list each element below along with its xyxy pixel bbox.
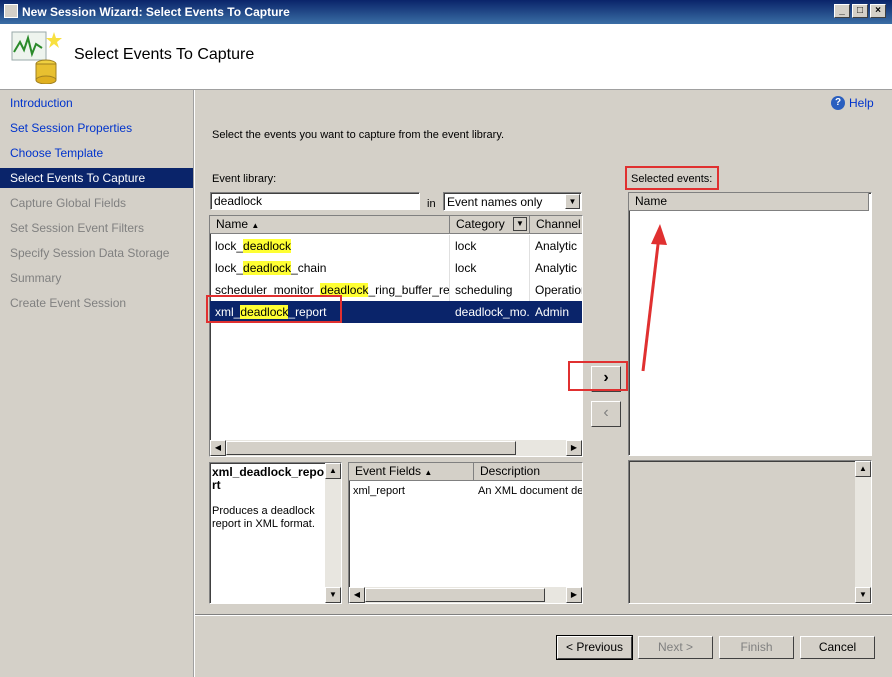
- annotation-add-button-box: [568, 361, 628, 391]
- maximize-button[interactable]: □: [852, 4, 868, 18]
- category-cell: scheduling: [450, 279, 530, 301]
- table-row[interactable]: lock_deadlock lock Analytic: [210, 235, 582, 257]
- scroll-left-icon[interactable]: ◀: [349, 587, 365, 603]
- scroll-left-icon[interactable]: ◀: [210, 440, 226, 456]
- event-library-table: Name ▲ Category ▼ Channel lock_deadlock …: [209, 215, 583, 457]
- column-header-description[interactable]: Description: [474, 463, 582, 481]
- nav-item-introduction[interactable]: Introduction: [0, 93, 193, 113]
- channel-cell: Admin: [530, 301, 582, 323]
- column-category-label: Category: [456, 217, 505, 231]
- category-cell: lock: [450, 235, 530, 257]
- field-description-cell: An XML document de: [478, 485, 583, 497]
- filter-dropdown-icon[interactable]: ▼: [513, 217, 527, 231]
- column-header-category[interactable]: Category ▼: [450, 216, 530, 234]
- scroll-up-icon[interactable]: ▲: [325, 463, 341, 479]
- event-fields-table: Event Fields ▲ Description xml_report An…: [348, 462, 583, 604]
- scroll-thumb[interactable]: [365, 588, 545, 602]
- channel-cell: Analytic: [530, 235, 582, 257]
- event-description-title: xml_deadlock_report: [212, 465, 325, 492]
- category-cell: lock: [450, 257, 530, 279]
- horizontal-scrollbar[interactable]: ◀ ▶: [349, 587, 582, 603]
- in-label: in: [427, 198, 436, 210]
- event-name-suffix: _ring_buffer_recor...: [368, 283, 450, 297]
- previous-button[interactable]: < Previous: [556, 635, 633, 660]
- selected-event-detail-panel: ▲ ▼: [628, 460, 872, 604]
- chevron-down-icon[interactable]: ▼: [565, 194, 580, 209]
- nav-item-capture-global-fields: Capture Global Fields: [10, 196, 127, 210]
- annotation-selected-events-box: [625, 166, 719, 190]
- event-search-input[interactable]: [210, 192, 420, 210]
- next-button[interactable]: Next >: [638, 636, 713, 659]
- window-title: New Session Wizard: Select Events To Cap…: [22, 5, 290, 19]
- cancel-button[interactable]: Cancel: [800, 636, 875, 659]
- window-titlebar: New Session Wizard: Select Events To Cap…: [0, 0, 892, 24]
- event-description-panel: xml_deadlock_report Produces a deadlock …: [209, 462, 342, 604]
- filter-select[interactable]: Event names only ▼: [443, 192, 582, 211]
- channel-cell: Operation: [530, 279, 582, 301]
- remove-event-button[interactable]: ‹: [591, 401, 621, 427]
- nav-item-set-event-filters: Set Session Event Filters: [10, 221, 145, 235]
- vertical-scrollbar[interactable]: ▲ ▼: [325, 463, 341, 603]
- session-wizard-icon: [11, 31, 62, 84]
- scroll-down-icon[interactable]: ▼: [855, 587, 871, 603]
- instructions-text: Select the events you want to capture fr…: [212, 129, 505, 141]
- event-name-prefix: lock_: [215, 239, 244, 253]
- channel-cell: Analytic: [530, 257, 582, 279]
- app-icon: [4, 4, 18, 18]
- event-name-cell: lock_deadlock: [210, 235, 450, 257]
- column-header-selected-name[interactable]: Name: [629, 193, 869, 211]
- help-label: Help: [849, 96, 874, 110]
- nav-item-select-events[interactable]: Select Events To Capture: [0, 168, 193, 188]
- sort-ascending-icon: ▲: [251, 221, 260, 230]
- event-name-prefix: lock_: [215, 261, 244, 275]
- field-name-cell: xml_report: [353, 485, 405, 497]
- wizard-header: Select Events To Capture: [0, 24, 892, 90]
- annotation-selected-row-box: [206, 295, 342, 323]
- scroll-up-icon[interactable]: ▲: [855, 461, 871, 477]
- nav-item-choose-template[interactable]: Choose Template: [0, 143, 193, 163]
- column-header-channel[interactable]: Channel: [530, 216, 582, 234]
- filter-selected-value: Event names only: [447, 195, 543, 209]
- close-button[interactable]: ×: [870, 4, 886, 18]
- category-cell: deadlock_mo...: [450, 301, 530, 323]
- annotation-arrow: [641, 224, 667, 372]
- scroll-right-icon[interactable]: ▶: [566, 440, 582, 456]
- nav-item-data-storage: Specify Session Data Storage: [10, 246, 170, 260]
- minimize-button[interactable]: _: [834, 4, 850, 18]
- footer-separator: [195, 614, 892, 616]
- search-highlight: deadlock: [243, 239, 292, 253]
- main-panel: ? Help Select the events you want to cap…: [195, 90, 892, 677]
- search-highlight: deadlock: [243, 261, 292, 275]
- nav-item-set-session-properties[interactable]: Set Session Properties: [0, 118, 193, 138]
- sort-ascending-icon: ▲: [424, 468, 433, 477]
- scroll-down-icon[interactable]: ▼: [325, 587, 341, 603]
- event-library-label: Event library:: [212, 173, 277, 185]
- column-name-label: Name: [216, 217, 249, 231]
- scroll-right-icon[interactable]: ▶: [566, 587, 582, 603]
- nav-item-create-event-session: Create Event Session: [10, 296, 127, 310]
- column-header-name[interactable]: Name ▲: [210, 216, 450, 234]
- horizontal-scrollbar[interactable]: ◀ ▶: [210, 440, 582, 456]
- event-fields-label: Event Fields: [355, 464, 422, 478]
- finish-button[interactable]: Finish: [719, 636, 794, 659]
- event-name-cell: lock_deadlock_chain: [210, 257, 450, 279]
- column-header-event-fields[interactable]: Event Fields ▲: [349, 463, 474, 481]
- scroll-thumb[interactable]: [226, 441, 516, 455]
- vertical-scrollbar[interactable]: ▲ ▼: [855, 461, 871, 603]
- help-icon: ?: [831, 96, 845, 110]
- event-name-suffix: _chain: [291, 261, 327, 275]
- table-row[interactable]: lock_deadlock_chain lock Analytic: [210, 257, 582, 279]
- wizard-nav: Introduction Set Session Properties Choo…: [0, 90, 194, 677]
- page-title: Select Events To Capture: [74, 46, 255, 63]
- nav-item-summary: Summary: [10, 271, 62, 285]
- event-description-text: Produces a deadlock report in XML format…: [212, 505, 315, 530]
